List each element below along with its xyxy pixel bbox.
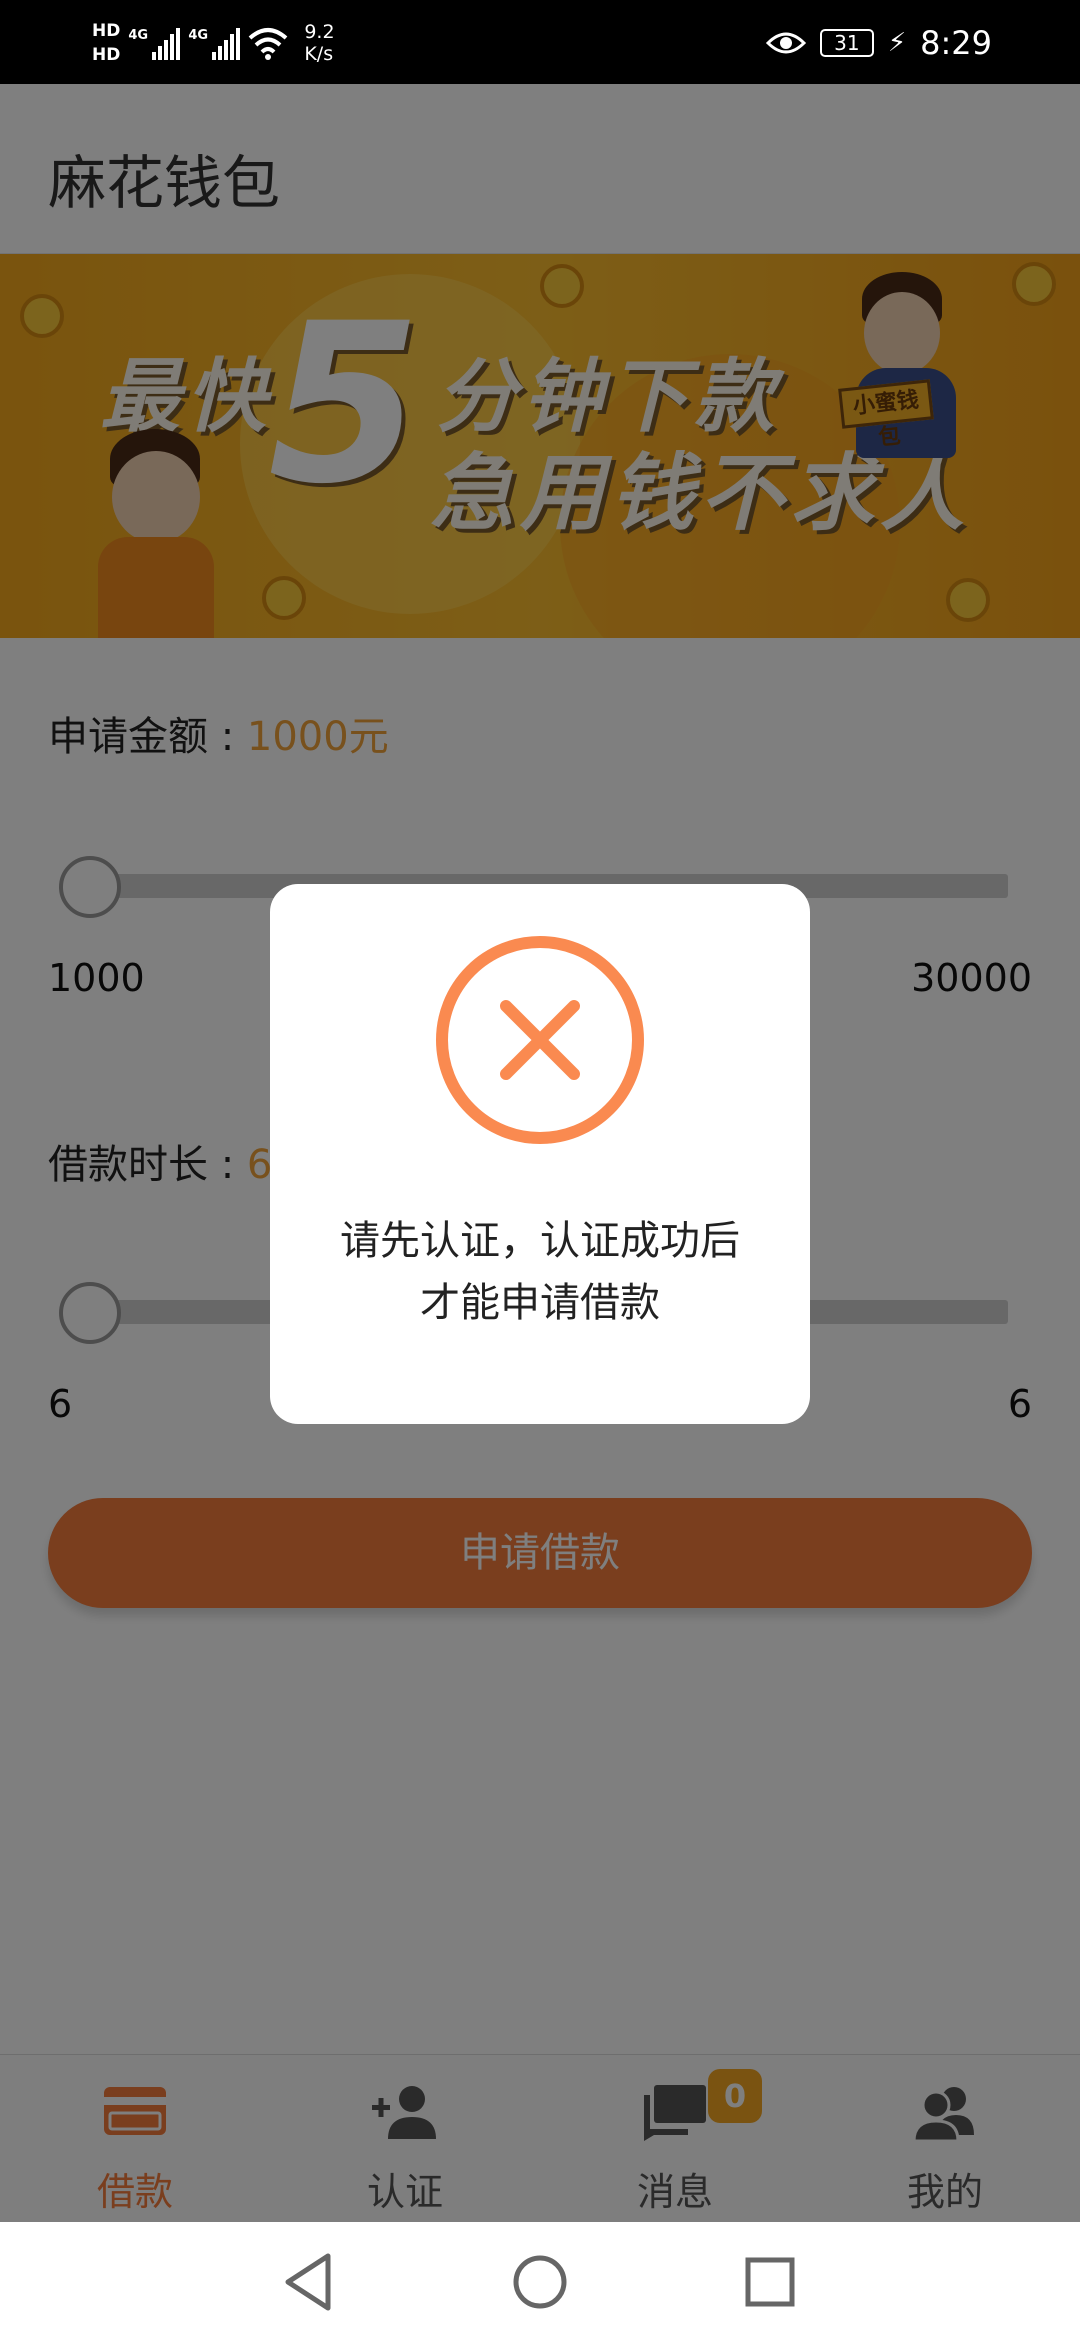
status-bar: HD HD 4G 4G 9.2 K/s 31 ⚡ 8:29 [0,0,1080,84]
recents-icon[interactable] [730,2242,810,2322]
home-icon[interactable] [500,2242,580,2322]
system-nav-bar [0,2222,1080,2340]
hd2-label: HD [92,45,121,65]
network-speed: 9.2 K/s [304,21,334,65]
auth-required-dialog: 请先认证，认证成功后 才能申请借款 [270,884,810,1424]
close-circle-icon [436,936,644,1144]
signal-icon-2: 4G [188,26,241,60]
dialog-message-line1: 请先认证，认证成功后 [340,1218,740,1264]
status-right: 31 ⚡ 8:29 [765,14,992,72]
wifi-icon [249,28,288,60]
speed-unit: K/s [304,43,334,65]
battery-indicator: 31 [819,29,874,57]
net2-label: 4G [188,28,209,43]
status-left: HD HD 4G 4G 9.2 K/s [92,14,335,72]
back-icon[interactable] [270,2242,350,2322]
eye-icon [765,32,806,54]
net1-label: 4G [128,28,149,43]
charging-icon: ⚡ [887,28,907,58]
clock: 8:29 [920,24,992,62]
dialog-message: 请先认证，认证成功后 才能申请借款 [290,1210,790,1334]
hd-indicator: HD HD [92,19,120,67]
hd1-label: HD [92,21,121,41]
speed-value: 9.2 [304,21,335,43]
signal-icon-1: 4G [128,26,181,60]
dialog-message-line2: 才能申请借款 [420,1280,660,1326]
battery-level: 31 [834,31,860,55]
